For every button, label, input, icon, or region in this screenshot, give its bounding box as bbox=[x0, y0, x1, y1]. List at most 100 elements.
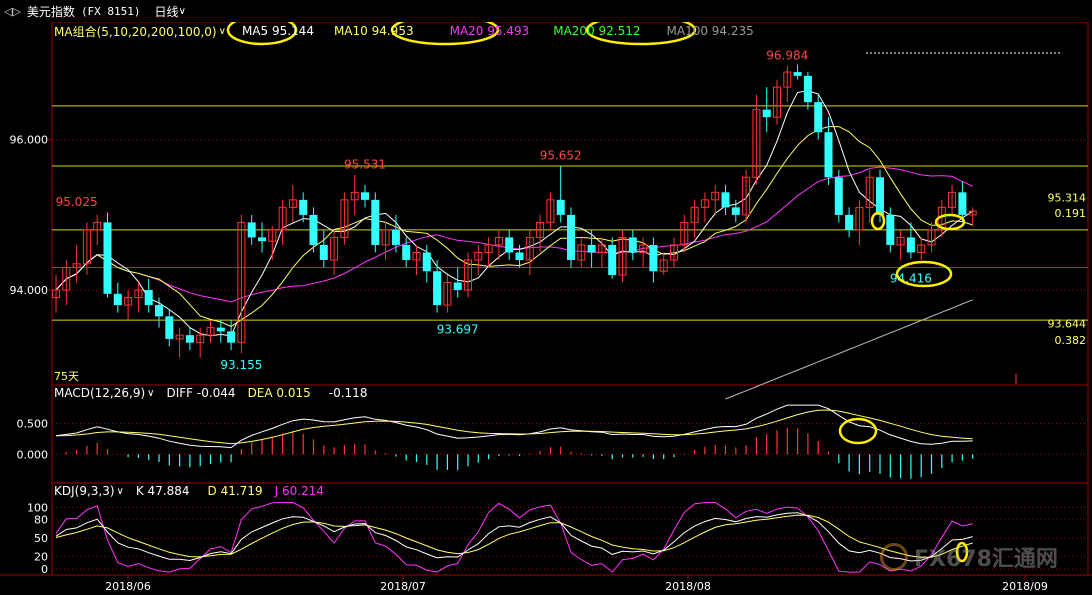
candle-body-down bbox=[227, 331, 236, 343]
candle-body-down bbox=[309, 214, 318, 245]
macd-legend: MACD(12,26,9) ∨ DIFF -0.044 DEA 0.015 -0… bbox=[54, 386, 367, 400]
candle-body-down bbox=[793, 72, 802, 76]
candle-body-down bbox=[876, 177, 884, 215]
candle-body-down bbox=[556, 199, 565, 215]
ma-legend: MA组合(5,10,20,200,100,0) ∨ MA5 95.144 MA1… bbox=[54, 22, 754, 40]
ma10-line bbox=[55, 126, 973, 328]
candle-body-down bbox=[371, 199, 380, 245]
candle-body-down bbox=[155, 305, 163, 317]
ma-item: MA5 95.144 bbox=[241, 24, 314, 38]
candle-body-down bbox=[906, 237, 915, 253]
high-label: 95.531 bbox=[344, 157, 386, 171]
candle-body-down bbox=[834, 177, 843, 215]
candle-body-down bbox=[453, 282, 462, 291]
high-label: 96.984 bbox=[766, 48, 808, 62]
candle-body-down bbox=[247, 222, 256, 238]
candle-body-down bbox=[515, 252, 524, 260]
candle-body-down bbox=[824, 132, 833, 178]
ma-item: MA200 92.512 bbox=[553, 24, 641, 38]
ma-item: MA100 94.235 bbox=[666, 24, 754, 38]
candle-body-down bbox=[391, 229, 400, 245]
kdj-d-value: D 41.719 bbox=[207, 484, 263, 498]
kdj-label[interactable]: KDJ(9,3,3) bbox=[54, 484, 115, 498]
highlight-ellipse bbox=[838, 417, 878, 445]
right-label: 0.191 bbox=[1055, 207, 1087, 220]
kdj-k-value: K 47.884 bbox=[135, 484, 190, 498]
x-tick-label: 2018/09 bbox=[1002, 580, 1048, 593]
candle-body-down bbox=[433, 271, 442, 306]
x-tick-label: 2018/07 bbox=[380, 580, 426, 593]
x-tick-label: 2018/08 bbox=[665, 580, 711, 593]
ma-group-chevron-icon[interactable]: ∨ bbox=[219, 26, 226, 37]
candle-body-down bbox=[608, 244, 617, 276]
highlight-ellipse bbox=[870, 211, 886, 231]
kdj-tick-label: 100 bbox=[27, 501, 48, 514]
right-label: 95.314 bbox=[1048, 191, 1087, 204]
candle-body-down bbox=[762, 109, 771, 118]
highlight-ellipse bbox=[955, 541, 969, 563]
chart-canvas[interactable]: 96.000 94.000 95.025 95.531 95.652 96.984 93.1… bbox=[0, 0, 1092, 595]
kdj-j-value: J 60.214 bbox=[274, 484, 324, 498]
low-label: 93.697 bbox=[437, 323, 479, 337]
candle-body-down bbox=[505, 237, 514, 253]
kdj-legend: KDJ(9,3,3) ∨ K 47.884 D 41.719 J 60.214 bbox=[54, 484, 324, 498]
candle-body-down bbox=[958, 192, 967, 215]
macd-chevron-icon[interactable]: ∨ bbox=[147, 388, 154, 399]
symbol-name[interactable]: 美元指数 bbox=[27, 3, 75, 20]
kdj-tick-label: 0 bbox=[41, 563, 48, 576]
kdj-k-line bbox=[55, 512, 973, 562]
candle-body-down bbox=[299, 199, 308, 215]
candle-body-down bbox=[361, 192, 369, 200]
ma-item: MA20 95.493 bbox=[449, 24, 530, 38]
candle-body-down bbox=[845, 214, 854, 230]
macd-diff-line bbox=[55, 404, 973, 449]
kdj-d-line bbox=[55, 514, 973, 558]
candle-body-down bbox=[258, 237, 266, 242]
candle-body-down bbox=[216, 327, 225, 332]
ma-item: MA10 94.953 bbox=[333, 24, 414, 38]
candle-body-down bbox=[721, 192, 730, 208]
right-label: 93.644 bbox=[1048, 318, 1087, 331]
symbol-code: (FX 8151) bbox=[80, 4, 141, 18]
top-toolbar: ◁▷ 美元指数 (FX 8151) 日线 ∨ bbox=[0, 0, 1092, 22]
candle-body-down bbox=[113, 293, 122, 306]
high-label: 95.025 bbox=[56, 195, 98, 209]
price-tick-label: 94.000 bbox=[10, 284, 49, 297]
candle-body-down bbox=[185, 335, 194, 343]
chevron-down-icon[interactable]: ∨ bbox=[179, 6, 186, 17]
macd-diff-value: DIFF -0.044 bbox=[166, 386, 236, 400]
candle-body-down bbox=[165, 316, 174, 339]
candle-body-down bbox=[731, 207, 740, 215]
kdj-tick-label: 80 bbox=[34, 514, 48, 527]
right-label: 0.382 bbox=[1055, 334, 1087, 347]
candle-body-down bbox=[803, 75, 812, 103]
macd-dea-line bbox=[55, 409, 973, 445]
kdj-chevron-icon[interactable]: ∨ bbox=[117, 486, 124, 497]
macd-label[interactable]: MACD(12,26,9) bbox=[54, 386, 145, 400]
candle-body-down bbox=[144, 290, 153, 306]
period-selector[interactable]: 日线 bbox=[155, 3, 179, 20]
candle-body-down bbox=[628, 237, 637, 253]
candle-body-down bbox=[103, 222, 112, 294]
candle-body-down bbox=[886, 214, 895, 245]
candle-body-down bbox=[402, 244, 411, 260]
high-label: 95.652 bbox=[540, 148, 582, 162]
low-label: 93.155 bbox=[220, 358, 262, 372]
kdj-tick-label: 50 bbox=[34, 532, 48, 545]
day-count-label: 75天 bbox=[54, 370, 79, 383]
candle-body-down bbox=[649, 244, 658, 272]
kdj-tick-label: 20 bbox=[34, 551, 48, 564]
ma-group-label[interactable]: MA组合(5,10,20,200,100,0) bbox=[54, 23, 217, 40]
macd-tick-label: 0.000 bbox=[17, 448, 49, 461]
kdj-j-line bbox=[55, 502, 973, 573]
macd-hist-value: -0.118 bbox=[328, 386, 368, 400]
candle-body-down bbox=[587, 244, 596, 253]
macd-tick-label: 0.500 bbox=[17, 418, 49, 431]
ma100-line bbox=[725, 299, 973, 400]
candle-body-down bbox=[567, 214, 575, 260]
macd-dea-value: DEA 0.015 bbox=[247, 386, 311, 400]
candle-body-down bbox=[319, 244, 328, 260]
candle-body-down bbox=[814, 102, 823, 133]
candle-body-down bbox=[422, 252, 431, 272]
back-forward-icon[interactable]: ◁▷ bbox=[4, 5, 21, 18]
